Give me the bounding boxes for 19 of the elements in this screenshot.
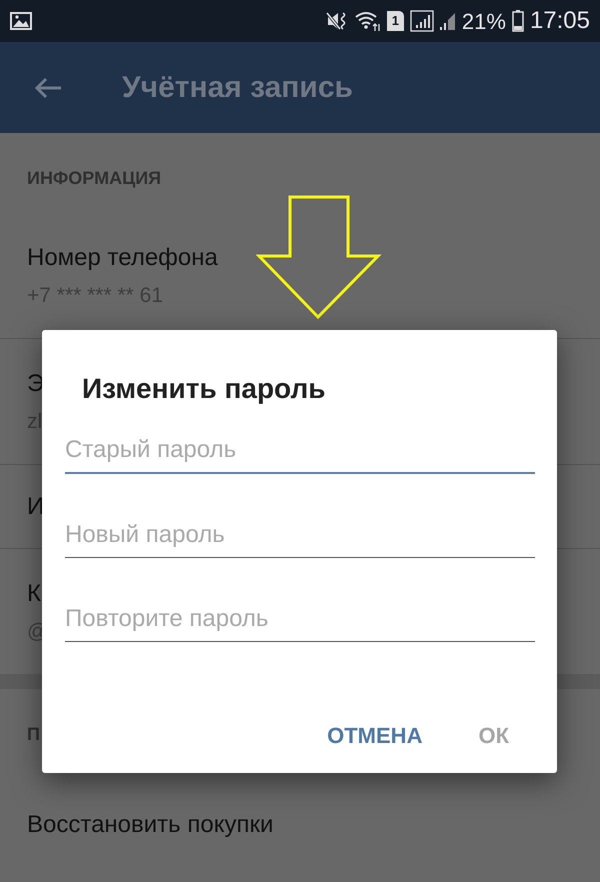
item-title: К bbox=[27, 578, 41, 609]
toolbar-title: Учётная запись bbox=[122, 70, 353, 106]
item-title: Восстановить покупки bbox=[27, 810, 274, 840]
wifi-icon bbox=[354, 10, 381, 32]
password-field[interactable]: Новый пароль bbox=[65, 512, 535, 558]
item-title: Номер телефона bbox=[27, 242, 218, 273]
battery-percent: 21% bbox=[462, 8, 506, 36]
password-field[interactable]: Повторите пароль bbox=[65, 596, 535, 642]
section-header: ИНФОРМАЦИЯ bbox=[27, 167, 162, 190]
battery-icon bbox=[512, 10, 524, 32]
sim-badge: 1 bbox=[386, 11, 404, 31]
dialog-title: Изменить пароль bbox=[81, 372, 326, 406]
clock: 17:05 bbox=[530, 6, 590, 36]
password-field[interactable]: Старый пароль bbox=[65, 428, 535, 474]
signal-icon bbox=[440, 11, 456, 31]
dialog-button[interactable]: ОТМЕНА bbox=[319, 713, 430, 758]
signal-icon bbox=[410, 10, 434, 32]
back-arrow-icon bbox=[33, 76, 63, 100]
image-icon bbox=[10, 12, 32, 30]
